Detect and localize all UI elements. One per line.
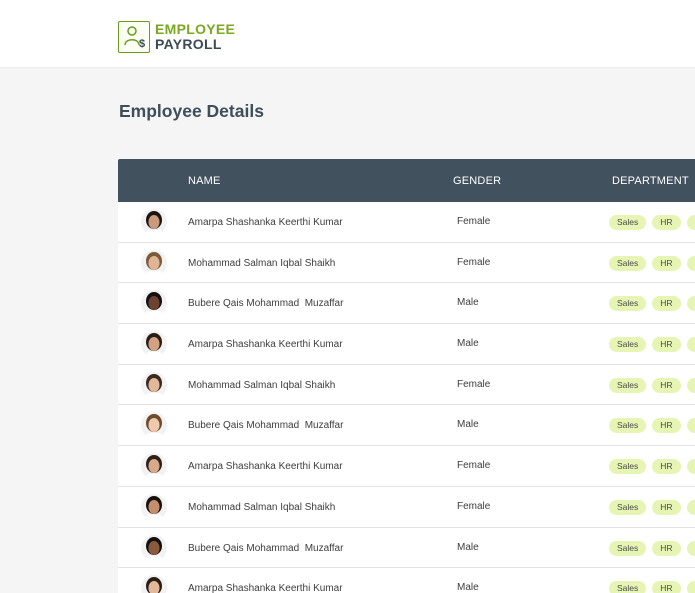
employee-gender: Female [457, 460, 491, 472]
table-row[interactable]: Amarpa Shashanka Keerthi Kumar Male Sales H… [118, 568, 695, 593]
table-row[interactable]: Mohammad Salman Iqbal Shaikh Female Sales H… [118, 486, 695, 528]
department-tag: Sales [609, 581, 647, 593]
svg-text:$: $ [139, 38, 145, 50]
department-tags: Sales HR Fi [609, 540, 695, 556]
column-header-name[interactable]: NAME [188, 175, 221, 187]
avatar [141, 453, 167, 480]
department-tag: Fi [686, 581, 695, 593]
employee-gender: Female [457, 256, 491, 268]
avatar [141, 493, 167, 520]
employee-name: Bubere Qais Mohammad Muzaffar [188, 542, 344, 554]
logo-text-line2: PAYROLL [155, 36, 222, 52]
column-header-department[interactable]: DEPARTMENT [612, 175, 689, 187]
avatar [141, 331, 167, 358]
table-row[interactable]: Bubere Qais Mohammad Muzaffar Male Sales HR… [118, 283, 695, 325]
table-row[interactable]: Amarpa Shashanka Keerthi Kumar Female Sale… [118, 202, 695, 243]
department-tags: Sales HR Fi [609, 377, 695, 393]
table-row[interactable]: Bubere Qais Mohammad Muzaffar Male Sales HR… [118, 527, 695, 569]
table-row[interactable]: Bubere Qais Mohammad Muzaffar Male Sales HR… [118, 405, 695, 447]
department-tags: Sales HR Fi [609, 337, 695, 353]
department-tags: Sales HR Fi [609, 296, 695, 312]
employee-name: Amarpa Shashanka Keerthi Kumar [188, 339, 343, 351]
avatar [141, 575, 167, 593]
department-tag: Sales [609, 296, 647, 312]
department-tag: Fi [686, 540, 695, 556]
department-tag: HR [652, 499, 681, 515]
department-tag: Sales [609, 215, 647, 230]
department-tag: Fi [686, 499, 695, 515]
department-tag: Fi [686, 337, 695, 353]
employee-gender: Male [457, 297, 479, 309]
department-tag: Sales [609, 337, 647, 353]
department-tag: HR [652, 337, 681, 353]
table-body: Amarpa Shashanka Keerthi Kumar Female Sale… [118, 202, 695, 593]
department-tag: HR [652, 418, 681, 434]
department-tag: HR [652, 296, 681, 312]
department-tags: Sales HR Fi [609, 255, 695, 271]
department-tag: Fi [686, 459, 695, 475]
table-header: NAME GENDER DEPARTMENT [118, 159, 695, 202]
table-row[interactable]: Amarpa Shashanka Keerthi Kumar Female Sale… [118, 446, 695, 487]
employee-name: Amarpa Shashanka Keerthi Kumar [188, 583, 343, 593]
employee-name: Mohammad Salman Iqbal Shaikh [188, 501, 336, 513]
department-tag: Sales [609, 377, 647, 393]
employee-gender: Male [457, 419, 479, 431]
employee-gender: Female [457, 500, 491, 512]
employee-name: Mohammad Salman Iqbal Shaikh [188, 379, 336, 391]
employee-gender: Female [457, 216, 491, 227]
employee-name: Mohammad Salman Iqbal Shaikh [188, 257, 336, 269]
avatar [141, 209, 167, 235]
department-tags: Sales HR Fi [609, 459, 695, 475]
department-tag: HR [652, 255, 681, 271]
department-tags: Sales HR Fi [609, 581, 695, 593]
logo-text-line1: EMPLOYEE [155, 21, 236, 37]
department-tag: Fi [686, 255, 695, 271]
department-tag: Fi [686, 215, 695, 230]
department-tag: Sales [609, 459, 647, 475]
department-tags: Sales HR Fi [609, 215, 695, 230]
page-title: Employee Details [119, 101, 264, 121]
employee-gender: Female [457, 378, 491, 390]
department-tag: HR [652, 459, 681, 475]
avatar [141, 249, 167, 276]
department-tag: HR [652, 581, 681, 593]
user-payroll-icon: $ [118, 21, 150, 53]
department-tags: Sales HR Fi [609, 418, 695, 434]
department-tag: Fi [686, 377, 695, 393]
avatar [141, 412, 167, 439]
employee-gender: Male [457, 338, 479, 350]
department-tag: HR [652, 540, 681, 556]
table-row[interactable]: Mohammad Salman Iqbal Shaikh Female Sales H… [118, 242, 695, 284]
employee-gender: Male [457, 582, 479, 593]
department-tags: Sales HR Fi [609, 499, 695, 515]
table-row[interactable]: Amarpa Shashanka Keerthi Kumar Male Sales H… [118, 324, 695, 365]
department-tag: Fi [686, 296, 695, 312]
app-logo[interactable]: $ EMPLOYEE PAYROLL [118, 21, 235, 53]
employee-name: Amarpa Shashanka Keerthi Kumar [188, 217, 343, 228]
employee-name: Amarpa Shashanka Keerthi Kumar [188, 461, 343, 473]
app-header: $ EMPLOYEE PAYROLL [0, 0, 695, 68]
employee-name: Bubere Qais Mohammad Muzaffar [188, 298, 344, 310]
avatar [141, 371, 167, 398]
department-tag: Sales [609, 418, 647, 434]
department-tag: HR [652, 377, 681, 393]
department-tag: Sales [609, 540, 647, 556]
column-header-gender[interactable]: GENDER [453, 175, 501, 187]
employee-name: Bubere Qais Mohammad Muzaffar [188, 420, 344, 432]
avatar [141, 534, 167, 561]
department-tag: HR [652, 215, 681, 230]
department-tag: Sales [609, 499, 647, 515]
employee-table: NAME GENDER DEPARTMENT Amarpa Shashanka … [118, 159, 695, 593]
avatar [141, 290, 167, 317]
department-tag: Fi [686, 418, 695, 434]
department-tag: Sales [609, 255, 647, 271]
table-row[interactable]: Mohammad Salman Iqbal Shaikh Female Sales H… [118, 364, 695, 406]
employee-gender: Male [457, 541, 479, 553]
